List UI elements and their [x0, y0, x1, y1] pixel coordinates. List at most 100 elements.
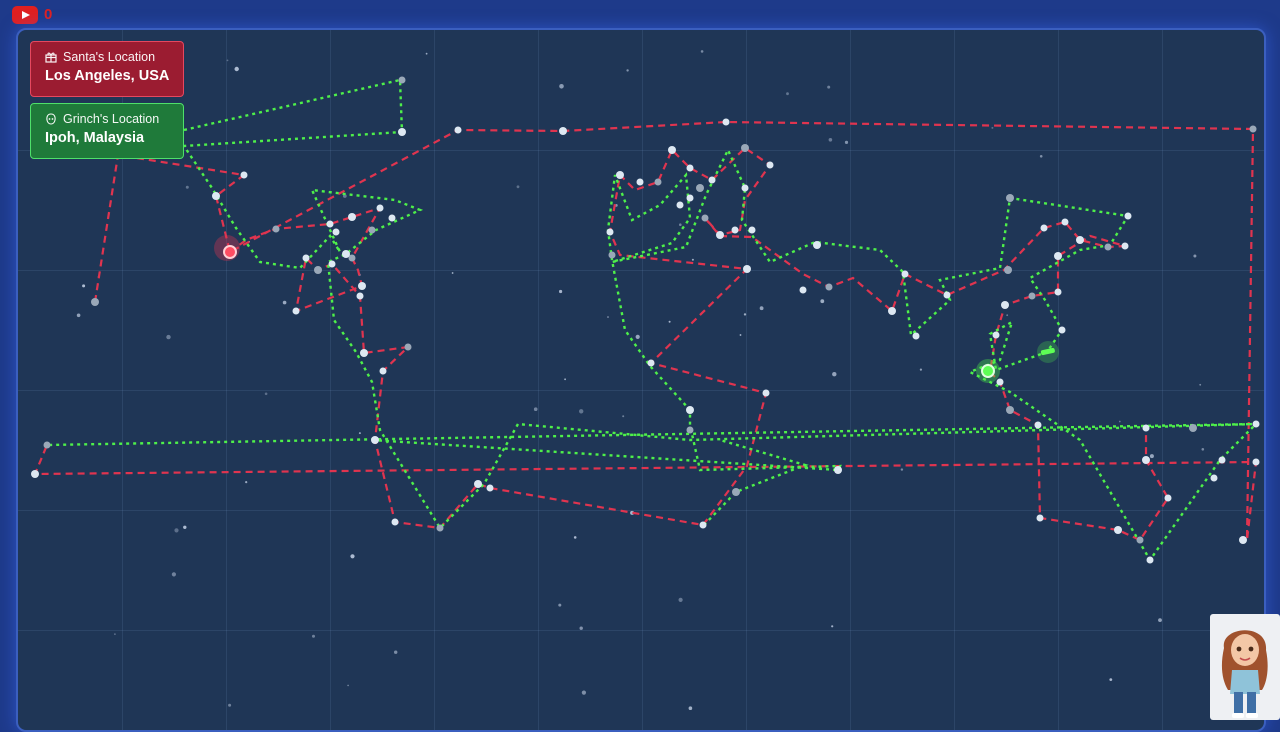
- girl-avatar-image: [1210, 614, 1280, 720]
- star: [579, 626, 583, 630]
- route-stop: [743, 265, 751, 273]
- route-stop: [302, 254, 310, 262]
- route-stop: [701, 214, 709, 222]
- star: [626, 69, 629, 72]
- route-stops: [31, 76, 1260, 564]
- route-stop: [371, 436, 379, 444]
- star: [622, 415, 625, 418]
- route-stop: [943, 291, 951, 299]
- star: [668, 320, 671, 323]
- route-stop: [348, 213, 356, 221]
- route-map: [31, 50, 1260, 710]
- route-stop: [1028, 292, 1036, 300]
- star: [174, 528, 179, 533]
- route-stop: [766, 161, 774, 169]
- star: [185, 185, 189, 189]
- route-stop: [762, 389, 770, 397]
- route-stop: [1034, 421, 1042, 429]
- star: [1039, 155, 1043, 158]
- star: [183, 525, 187, 529]
- star: [1006, 314, 1009, 317]
- route-stop: [368, 226, 376, 234]
- route-stop: [1114, 526, 1122, 534]
- route-stop: [1239, 536, 1247, 544]
- star: [820, 299, 825, 304]
- star: [425, 52, 428, 55]
- route-stop: [376, 204, 384, 212]
- route-stop: [358, 282, 366, 290]
- route-stop: [436, 524, 444, 532]
- star: [607, 316, 609, 318]
- route-stop: [1146, 556, 1154, 564]
- route-stop: [813, 241, 821, 249]
- route-stop: [731, 226, 739, 234]
- star: [688, 706, 693, 710]
- route-stop: [606, 228, 614, 236]
- route-stop: [686, 164, 694, 172]
- route-stop: [1054, 288, 1062, 296]
- grinch-route-path: [703, 438, 809, 526]
- route-stop: [1036, 514, 1044, 522]
- route-stop: [356, 292, 364, 300]
- sleigh-icon: [1037, 341, 1059, 363]
- route-stop: [1121, 242, 1129, 250]
- star: [991, 126, 994, 129]
- star: [743, 313, 747, 316]
- route-stop: [901, 270, 909, 278]
- star: [564, 378, 566, 381]
- route-stop: [1142, 424, 1150, 432]
- star: [559, 84, 564, 89]
- route-stop: [1040, 224, 1048, 232]
- star: [559, 289, 563, 294]
- star: [691, 258, 694, 261]
- route-stop: [732, 488, 740, 496]
- route-stop: [699, 521, 707, 529]
- route-stop: [1210, 474, 1218, 482]
- star: [1201, 448, 1205, 451]
- star: [844, 140, 849, 144]
- santa-location-card: Santa's Location Los Angeles, USA: [30, 41, 184, 97]
- route-stop: [799, 286, 807, 294]
- star: [786, 92, 789, 96]
- route-stop: [1249, 125, 1257, 133]
- star: [228, 703, 232, 707]
- route-stop: [686, 426, 694, 434]
- route-stop: [292, 307, 300, 315]
- santa-marker[interactable]: [214, 235, 240, 261]
- star: [350, 554, 355, 559]
- route-stop: [834, 466, 842, 474]
- star: [678, 597, 683, 603]
- star: [394, 650, 398, 654]
- santa-route-path: [229, 146, 1170, 542]
- grinch-marker[interactable]: [976, 359, 1000, 383]
- route-stop: [404, 343, 412, 351]
- santa-route: [33, 120, 1258, 542]
- route-stop: [741, 184, 749, 192]
- route-stop: [1076, 236, 1084, 244]
- route-stop: [398, 76, 406, 84]
- star: [358, 432, 361, 435]
- route-stop: [696, 184, 704, 192]
- grinch-icon: [46, 113, 56, 125]
- route-stop: [1252, 458, 1260, 466]
- grinch-route: [46, 78, 1257, 563]
- star: [832, 372, 837, 377]
- route-stop: [748, 226, 756, 234]
- star: [234, 66, 239, 72]
- star: [581, 690, 587, 695]
- santa-location-label: Santa's Location: [63, 50, 156, 64]
- route-stop: [686, 406, 694, 414]
- route-stop: [1001, 301, 1009, 309]
- route-stop: [996, 378, 1004, 386]
- route-stop: [360, 349, 368, 357]
- star: [312, 634, 315, 638]
- route-stop: [314, 266, 322, 274]
- route-stop: [1104, 243, 1112, 251]
- star: [451, 272, 454, 274]
- route-stop: [1004, 266, 1012, 274]
- route-stop: [342, 250, 350, 258]
- route-stop: [328, 260, 336, 268]
- star: [579, 409, 584, 414]
- route-stop: [616, 171, 624, 179]
- star: [573, 536, 577, 539]
